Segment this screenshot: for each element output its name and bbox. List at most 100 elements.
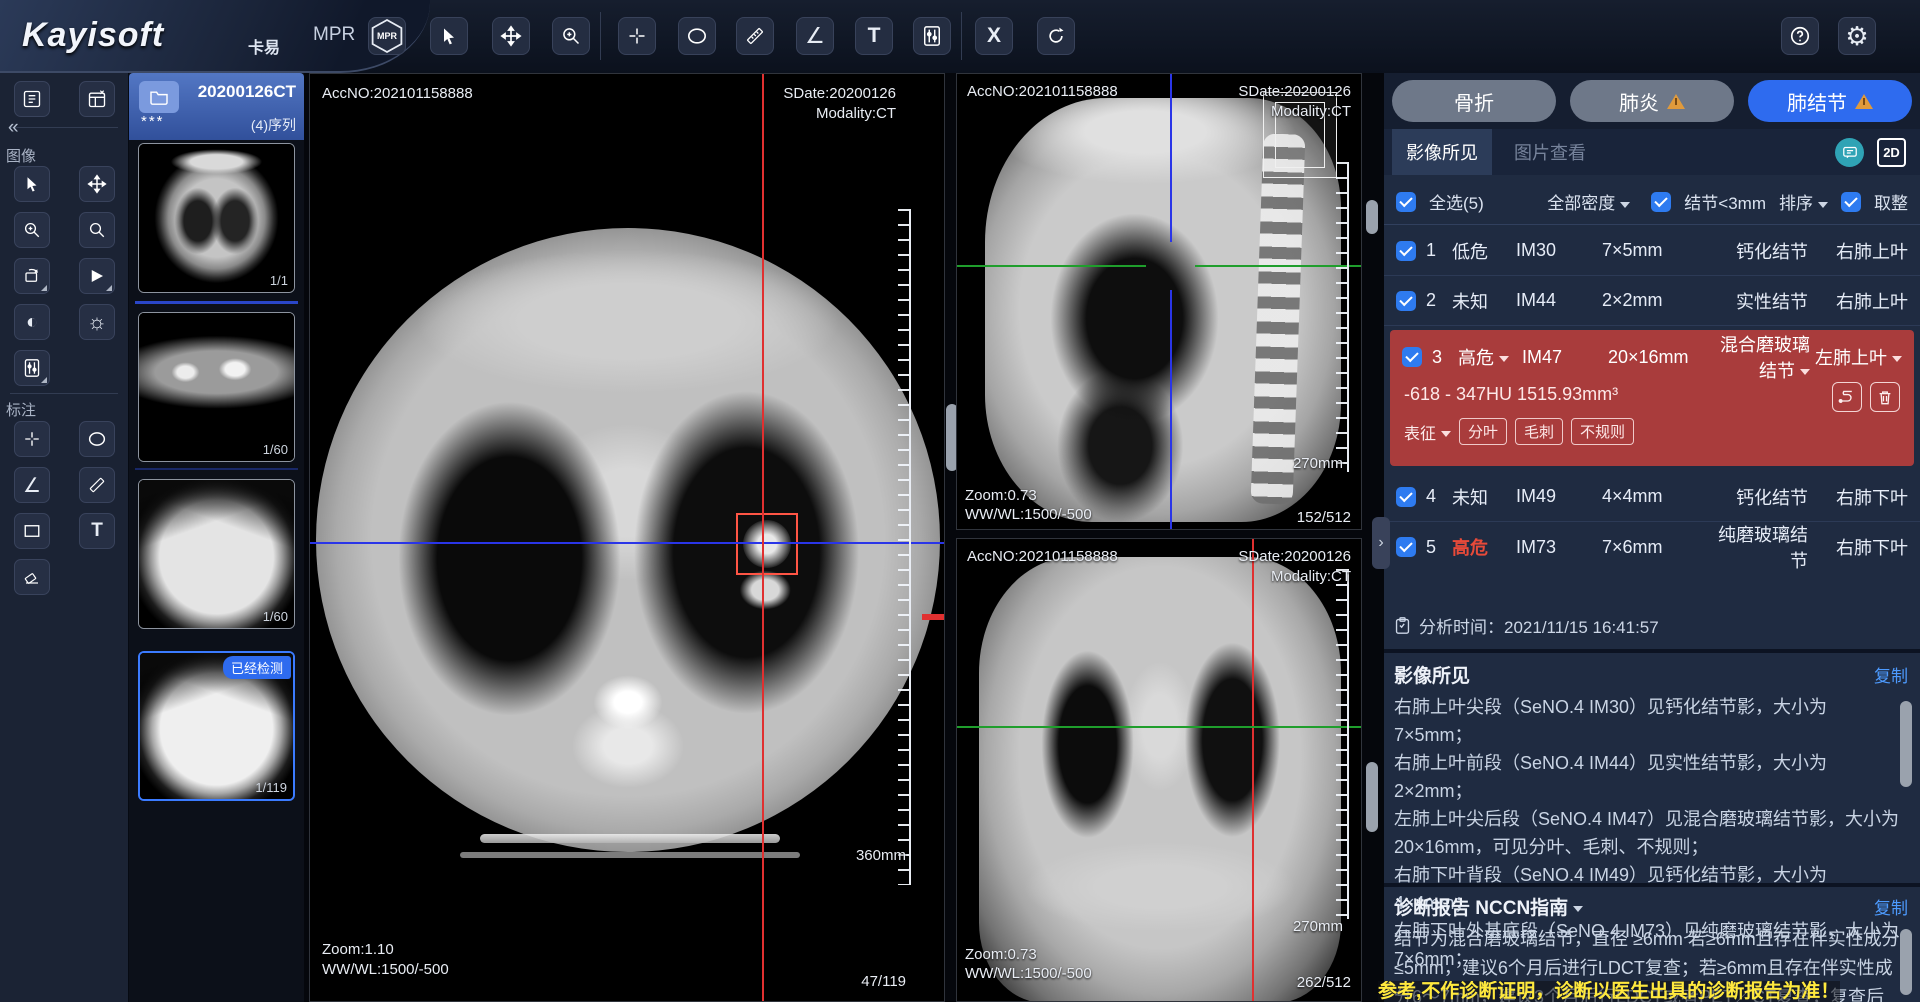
nodule-roi-box[interactable] — [736, 513, 798, 575]
select-all-label[interactable]: 全选(5) — [1429, 189, 1484, 214]
small-nodule-label[interactable]: 结节<3mm — [1684, 189, 1766, 214]
zoom-in-tool-button[interactable] — [14, 212, 50, 248]
trait-chip[interactable]: 分叶 — [1459, 418, 1507, 445]
series-header[interactable]: 20200126CT *** (4)序列 — [129, 73, 304, 140]
series-thumbnail-mediastinal[interactable]: 1/60 — [138, 312, 295, 462]
brightness-tool-button[interactable]: ☼ — [79, 304, 115, 340]
collapse-panel-chevron[interactable]: « — [8, 117, 19, 139]
ellipse-tool-button[interactable] — [678, 17, 716, 55]
crosshair-tool-button[interactable] — [618, 17, 656, 55]
select-all-checkbox[interactable] — [1396, 192, 1416, 212]
sort-dropdown[interactable]: 排序 — [1779, 189, 1828, 214]
sagittal-scrollbar-thumb[interactable] — [1366, 200, 1378, 234]
series-thumbnail-lung[interactable]: 1/60 — [138, 479, 295, 629]
cursor-tool-button[interactable] — [430, 17, 468, 55]
coronal-scrollbar-thumb[interactable] — [1366, 762, 1378, 832]
text-tool-button[interactable]: T — [855, 17, 893, 55]
series-thumbnail-scout[interactable]: 1/1 — [138, 143, 295, 293]
small-nodule-checkbox[interactable] — [1651, 192, 1671, 212]
tab-pneumonia[interactable]: 肺炎 — [1570, 80, 1734, 122]
round-checkbox[interactable] — [1841, 192, 1861, 212]
tab-fracture[interactable]: 骨折 — [1392, 80, 1556, 122]
density-filter-dropdown[interactable]: 全部密度 — [1547, 189, 1630, 214]
coronal-viewport[interactable]: AccNO:202101158888 SDate:20200126 Modali… — [956, 538, 1362, 1002]
sagittal-viewport[interactable]: AccNO:202101158888 SDate:20200126 Modali… — [956, 73, 1362, 530]
thumbnail-index: 1/1 — [270, 273, 288, 288]
ruler-annotation-button[interactable] — [79, 467, 115, 503]
ruler-tool-button[interactable] — [736, 17, 774, 55]
nodule-traits: 表征 分叶 毛刺 不规则 — [1404, 418, 1634, 445]
crosshair-vertical-blue[interactable] — [1170, 74, 1172, 242]
nodule-checkbox[interactable] — [1396, 537, 1416, 557]
nodule-checkbox[interactable] — [1396, 291, 1416, 311]
risk-level-dropdown[interactable]: 高危 — [1458, 344, 1522, 370]
text-annotation-button[interactable]: T — [79, 513, 115, 549]
mpr-layout-button[interactable]: MPR — [368, 17, 406, 55]
axial-viewport[interactable]: AccNO:202101158888 SDate:20200126 Modali… — [309, 73, 945, 1002]
ellipse-annotation-button[interactable] — [79, 421, 115, 457]
copy-report-link[interactable]: 复制 — [1874, 894, 1908, 919]
pan-tool-button[interactable] — [492, 17, 530, 55]
tab-lung-nodule[interactable]: 肺结节 — [1748, 80, 1912, 122]
crosshair-vertical-red[interactable] — [1252, 539, 1254, 1002]
reset-button[interactable] — [1037, 17, 1075, 55]
nodule-checkbox[interactable] — [1396, 241, 1416, 261]
report-list-button[interactable] — [14, 81, 50, 117]
point-annotation-button[interactable] — [14, 421, 50, 457]
copy-findings-link[interactable]: 复制 — [1874, 662, 1908, 687]
eraser-button[interactable] — [14, 559, 50, 595]
nodule-type-dropdown[interactable]: 混合磨玻璃结节 — [1720, 331, 1810, 383]
series-thumbnail-selected[interactable]: 已经检测 1/119 — [138, 651, 295, 801]
axial-ct-image — [316, 228, 940, 852]
mpr-icon: MPR — [370, 19, 404, 53]
nodule-checkbox[interactable] — [1396, 487, 1416, 507]
cine-play-button[interactable] — [79, 258, 115, 294]
nodule-size: 20×16mm — [1608, 347, 1720, 368]
traits-dropdown[interactable]: 表征 — [1404, 420, 1451, 444]
panel-expand-handle[interactable]: › — [1372, 517, 1390, 569]
nodule-row-1[interactable]: 1 低危 IM30 7×5mm 钙化结节 右肺上叶 — [1384, 226, 1920, 276]
report-scrollbar-thumb[interactable] — [1900, 929, 1912, 995]
close-tool-button[interactable]: X — [975, 17, 1013, 55]
nodule-row-2[interactable]: 2 未知 IM44 2×2mm 实性结节 右肺上叶 — [1384, 276, 1920, 326]
nodule-location-dropdown[interactable]: 左肺上叶 — [1810, 344, 1902, 370]
help-button[interactable] — [1781, 17, 1819, 55]
nodule-row-3-expanded[interactable]: 3 高危 IM47 20×16mm 混合磨玻璃结节 左肺上叶 -618 - 34… — [1390, 330, 1914, 466]
rectangle-annotation-button[interactable] — [14, 513, 50, 549]
angle-tool-button[interactable]: ∠ — [796, 17, 834, 55]
pan-tool-button[interactable] — [79, 166, 115, 202]
nodule-row-3-header[interactable]: 3 高危 IM47 20×16mm 混合磨玻璃结节 左肺上叶 — [1390, 332, 1914, 382]
chevron-down-icon — [1573, 906, 1583, 912]
tab-image-view[interactable]: 图片查看 — [1502, 129, 1598, 175]
crosshair-horizontal-blue[interactable] — [310, 542, 945, 544]
nodule-row-5[interactable]: 5 高危 IM73 7×6mm 纯磨玻璃结节 右肺下叶 — [1384, 522, 1920, 572]
slice-counter: 262/512 — [1297, 973, 1351, 992]
wwwl-tool-button[interactable] — [913, 17, 951, 55]
nodule-row-4[interactable]: 4 未知 IM49 4×4mm 钙化结节 右肺下叶 — [1384, 472, 1920, 522]
crosshair-vertical-red[interactable] — [762, 74, 764, 1002]
nodule-checkbox[interactable] — [1402, 347, 1422, 367]
preset-wwwl-button[interactable] — [14, 350, 50, 386]
trait-chip[interactable]: 不规则 — [1571, 418, 1634, 445]
round-label[interactable]: 取整 — [1874, 189, 1908, 214]
delete-nodule-button[interactable] — [1870, 382, 1900, 412]
zoom-tool-button[interactable] — [552, 17, 590, 55]
feedback-button[interactable] — [1835, 138, 1864, 167]
crosshair-horizontal-green[interactable] — [957, 265, 1146, 267]
angle-annotation-button[interactable]: ∠ — [14, 467, 50, 503]
magnify-tool-button[interactable] — [79, 212, 115, 248]
cursor-tool-button[interactable] — [14, 166, 50, 202]
route-icon — [1838, 389, 1856, 405]
tab-findings[interactable]: 影像所见 — [1392, 129, 1492, 175]
open-study-button[interactable] — [139, 81, 179, 113]
settings-button[interactable]: ⚙ — [1838, 17, 1876, 55]
invert-tool-button[interactable]: ◐ — [14, 304, 50, 340]
trait-chip[interactable]: 毛刺 — [1515, 418, 1563, 445]
findings-scrollbar-thumb[interactable] — [1900, 701, 1912, 787]
rotate-tool-button[interactable] — [14, 258, 50, 294]
locate-nodule-button[interactable] — [1832, 382, 1862, 412]
2d-view-button[interactable]: 2D — [1877, 138, 1906, 167]
crosshair-horizontal-green[interactable] — [957, 726, 1362, 728]
crosshair-vertical-blue[interactable] — [1170, 290, 1172, 530]
layout-close-button[interactable] — [79, 81, 115, 117]
